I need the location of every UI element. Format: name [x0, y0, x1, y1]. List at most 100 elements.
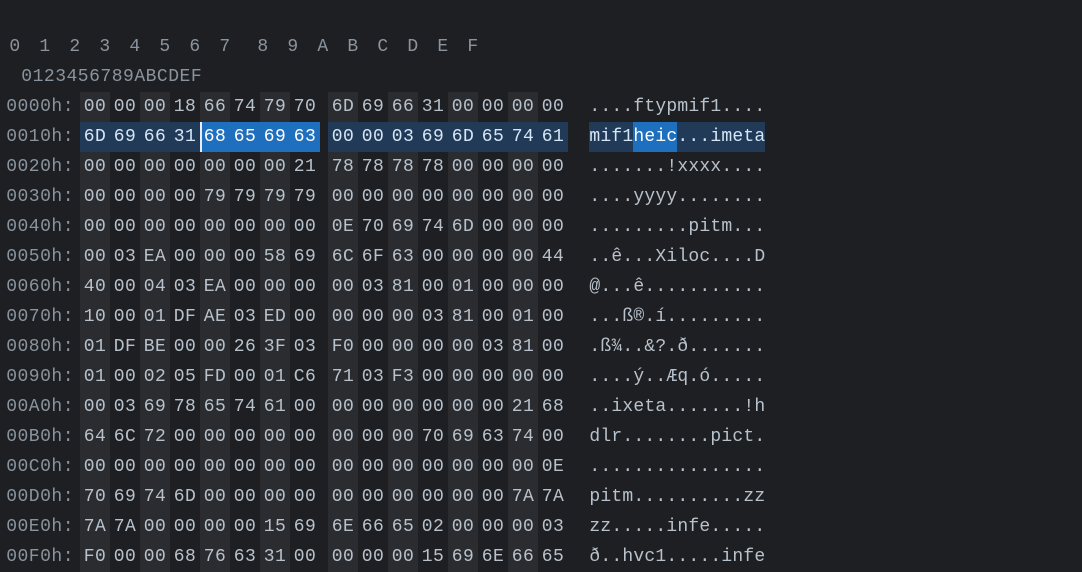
ascii-char[interactable]: . [699, 272, 710, 302]
ascii-char[interactable]: . [633, 152, 644, 182]
hex-byte[interactable]: 78 [170, 392, 200, 422]
ascii-char[interactable]: e [633, 392, 644, 422]
ascii-char[interactable]: . [721, 302, 732, 332]
ascii-char[interactable]: . [721, 152, 732, 182]
hex-byte[interactable]: 00 [80, 212, 110, 242]
hex-byte[interactable]: 01 [260, 362, 290, 392]
hex-byte[interactable]: 00 [170, 332, 200, 362]
hex-byte[interactable]: 69 [110, 482, 140, 512]
hex-byte[interactable]: 00 [328, 272, 358, 302]
hex-byte[interactable]: 00 [290, 452, 320, 482]
ascii-char[interactable]: . [699, 122, 710, 152]
hex-byte[interactable]: 03 [110, 242, 140, 272]
ascii-char[interactable]: . [633, 512, 644, 542]
ascii-char[interactable]: . [611, 302, 622, 332]
ascii-char[interactable]: . [644, 302, 655, 332]
hex-byte[interactable]: 6D [328, 92, 358, 122]
hex-row[interactable]: 00B0h:646C7200000000000000007069637400 d… [0, 422, 1082, 452]
ascii-char[interactable]: . [699, 302, 710, 332]
hex-byte[interactable]: 65 [538, 542, 568, 572]
hex-byte[interactable]: 04 [140, 272, 170, 302]
hex-bytes[interactable]: 00000000000000217878787800000000 [80, 152, 568, 182]
ascii-char[interactable]: h [754, 392, 765, 422]
hex-byte[interactable]: 00 [110, 362, 140, 392]
ascii-char[interactable]: . [732, 482, 743, 512]
hex-byte[interactable]: 21 [508, 392, 538, 422]
ascii-char[interactable]: . [710, 242, 721, 272]
hex-byte[interactable]: 69 [388, 212, 418, 242]
hex-byte[interactable]: 00 [478, 242, 508, 272]
ascii-cell[interactable]: .......!xxxx.... [568, 152, 765, 182]
ascii-char[interactable]: . [710, 182, 721, 212]
hex-bytes[interactable]: 100001DFAE03ED000000000381000100 [80, 302, 568, 332]
hex-byte[interactable]: 7A [538, 482, 568, 512]
ascii-char[interactable]: . [710, 452, 721, 482]
hex-byte[interactable]: 6C [328, 242, 358, 272]
ascii-char[interactable]: ß [600, 332, 611, 362]
hex-row[interactable]: 00D0h:7069746D000000000000000000007A7A p… [0, 482, 1082, 512]
hex-viewer[interactable]: 0123456789ABCDEF 0123456789ABCDEF 0000h:… [0, 2, 1082, 572]
hex-byte[interactable]: 00 [508, 212, 538, 242]
ascii-char[interactable]: . [622, 362, 633, 392]
ascii-char[interactable]: ! [666, 152, 677, 182]
ascii-char[interactable]: . [611, 542, 622, 572]
ascii-char[interactable]: . [677, 542, 688, 572]
ascii-char[interactable]: . [655, 482, 666, 512]
ascii-char[interactable]: . [677, 182, 688, 212]
hex-byte[interactable]: 00 [140, 512, 170, 542]
ascii-char[interactable]: . [732, 512, 743, 542]
ascii-char[interactable]: e [644, 122, 655, 152]
hex-byte[interactable]: 00 [140, 212, 170, 242]
hex-byte[interactable]: 00 [140, 182, 170, 212]
hex-byte[interactable]: 01 [80, 332, 110, 362]
hex-byte[interactable]: 00 [328, 392, 358, 422]
hex-byte[interactable]: 00 [538, 302, 568, 332]
ascii-char[interactable]: X [655, 242, 666, 272]
ascii-char[interactable]: . [688, 362, 699, 392]
ascii-char[interactable]: p [688, 212, 699, 242]
hex-byte[interactable]: 00 [448, 392, 478, 422]
ascii-char[interactable]: i [611, 392, 622, 422]
ascii-char[interactable]: . [655, 362, 666, 392]
ascii-char[interactable]: . [644, 452, 655, 482]
ascii-char[interactable]: . [655, 452, 666, 482]
ascii-char[interactable]: . [754, 362, 765, 392]
ascii-char[interactable]: ð [589, 542, 600, 572]
ascii-char[interactable]: a [655, 392, 666, 422]
ascii-char[interactable]: m [622, 482, 633, 512]
hex-byte[interactable]: DF [170, 302, 200, 332]
hex-byte[interactable]: BE [140, 332, 170, 362]
ascii-char[interactable]: . [721, 512, 732, 542]
hex-bytes[interactable]: 01000205FD0001C67103F30000000000 [80, 362, 568, 392]
hex-byte[interactable]: 00 [538, 272, 568, 302]
hex-byte[interactable]: 00 [448, 482, 478, 512]
hex-byte[interactable]: 00 [170, 512, 200, 542]
hex-byte[interactable]: 69 [140, 392, 170, 422]
ascii-cell[interactable]: ..ê...Xiloc....D [568, 242, 765, 272]
ascii-char[interactable]: . [688, 482, 699, 512]
ascii-char[interactable]: . [699, 182, 710, 212]
ascii-char[interactable]: . [710, 302, 721, 332]
hex-byte[interactable]: 00 [388, 332, 418, 362]
hex-byte[interactable]: 00 [200, 422, 230, 452]
ascii-char[interactable]: . [743, 452, 754, 482]
hex-byte[interactable]: 00 [388, 422, 418, 452]
ascii-char[interactable]: . [677, 482, 688, 512]
ascii-char[interactable]: i [600, 122, 611, 152]
ascii-char[interactable]: . [655, 512, 666, 542]
hex-byte[interactable]: 00 [388, 302, 418, 332]
ascii-char[interactable]: . [721, 272, 732, 302]
ascii-char[interactable]: . [633, 452, 644, 482]
ascii-char[interactable]: . [721, 362, 732, 392]
hex-byte[interactable]: 00 [478, 482, 508, 512]
ascii-char[interactable]: . [611, 452, 622, 482]
hex-byte[interactable]: 00 [80, 92, 110, 122]
hex-byte[interactable]: 63 [230, 542, 260, 572]
ascii-char[interactable]: . [666, 332, 677, 362]
hex-byte[interactable]: 7A [80, 512, 110, 542]
hex-byte[interactable]: 69 [110, 122, 140, 152]
ascii-char[interactable]: . [666, 212, 677, 242]
ascii-char[interactable]: x [699, 152, 710, 182]
ascii-char[interactable]: . [666, 272, 677, 302]
ascii-char[interactable]: . [666, 452, 677, 482]
